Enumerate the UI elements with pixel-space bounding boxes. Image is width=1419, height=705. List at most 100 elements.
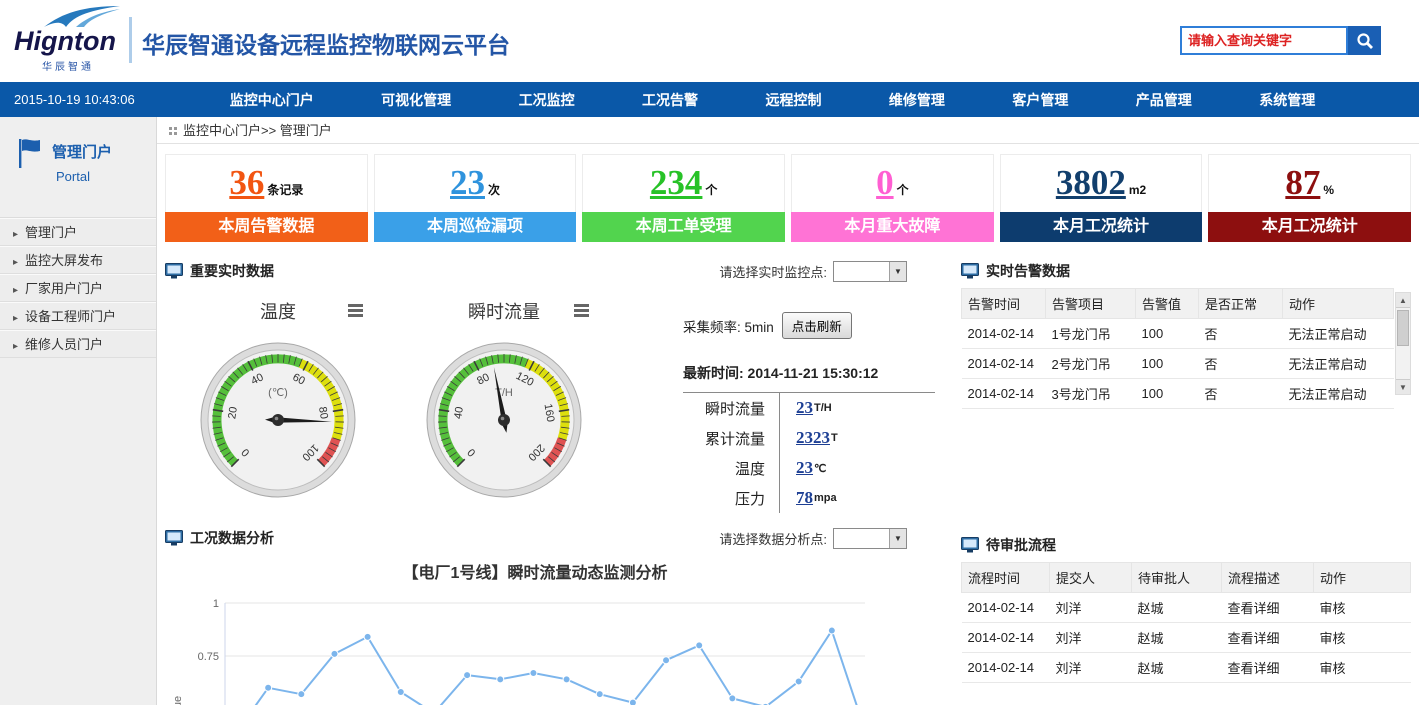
- flow-gauge-block: 瞬时流量 04080120160200T/H: [391, 298, 617, 513]
- metric-row: 温度 23℃: [683, 453, 935, 483]
- audit-link[interactable]: 审核: [1314, 593, 1411, 623]
- alarm-scrollbar[interactable]: ▲ ▼: [1395, 292, 1411, 395]
- sidebar-item-maintainer-portal[interactable]: ▸维修人员门户: [0, 330, 156, 358]
- alarm-value-cell: 100: [1136, 319, 1199, 349]
- approval-col-header[interactable]: 待审批人: [1132, 563, 1222, 593]
- svg-text:value: value: [172, 696, 184, 705]
- realtime-metrics: 瞬时流量 23T/H 累计流量 2323T 温度 23℃: [683, 393, 947, 513]
- sidebar-item-bigscreen-publish[interactable]: ▸监控大屏发布: [0, 246, 156, 274]
- nav-item-system[interactable]: 系统管理: [1259, 90, 1315, 110]
- top-header: Hignton 华辰智通 华辰智通设备远程监控物联网云平台: [0, 0, 1419, 82]
- alarm-row[interactable]: 2014-02-14 1号龙门吊 100 否 无法正常启动: [962, 319, 1394, 349]
- approval-section-header: 待审批流程: [961, 532, 1411, 558]
- alarm-row[interactable]: 2014-02-14 2号龙门吊 100 否 无法正常启动: [962, 349, 1394, 379]
- nav-item-condition-monitor[interactable]: 工况监控: [519, 90, 575, 110]
- search-input[interactable]: [1180, 26, 1348, 55]
- gauges-row: 温度 020406080100(℃) 瞬时流量 04080120160200T/…: [165, 298, 947, 513]
- realtime-info-panel: 采集频率: 5min 点击刷新 最新时间: 2014-11-21 15:30:1…: [617, 298, 947, 513]
- submitter-cell: 刘洋: [1050, 653, 1132, 683]
- monitor-icon: [165, 263, 183, 279]
- scroll-up-icon[interactable]: ▲: [1396, 293, 1410, 308]
- sidebar-item-factory-portal[interactable]: ▸厂家用户门户: [0, 274, 156, 302]
- chart-menu-icon[interactable]: [574, 304, 589, 319]
- alarm-col-header[interactable]: 告警项目: [1046, 289, 1136, 319]
- audit-link[interactable]: 审核: [1314, 623, 1411, 653]
- search-icon: [1356, 32, 1374, 50]
- gauge-title: 温度: [260, 302, 296, 322]
- alarm-normal-cell: 否: [1199, 379, 1283, 409]
- nav-item-customer[interactable]: 客户管理: [1012, 90, 1068, 110]
- alarm-section-header: 实时告警数据: [961, 258, 1411, 284]
- alarm-item-cell: 2号龙门吊: [1046, 349, 1136, 379]
- stat-unit: 个: [897, 183, 909, 197]
- section-title: 工况数据分析: [190, 528, 274, 548]
- stat-value: 36: [229, 163, 264, 202]
- nav-item-condition-alarm[interactable]: 工况告警: [642, 90, 698, 110]
- alarm-row[interactable]: 2014-02-14 3号龙门吊 100 否 无法正常启动: [962, 379, 1394, 409]
- nav-timestamp: 2015-10-19 10:43:06: [0, 92, 196, 107]
- triangle-bullet-icon: ▸: [13, 285, 18, 296]
- scrollbar-thumb[interactable]: [1397, 310, 1409, 346]
- alarm-col-header[interactable]: 是否正常: [1199, 289, 1283, 319]
- chart-menu-icon[interactable]: [348, 304, 363, 319]
- alarm-normal-cell: 否: [1199, 319, 1283, 349]
- approval-col-header[interactable]: 流程时间: [962, 563, 1050, 593]
- view-detail-link[interactable]: 查看详细: [1222, 623, 1314, 653]
- stat-card-weekly-workorders[interactable]: 234个 本周工单受理: [582, 154, 785, 242]
- nav-item-maintenance[interactable]: 维修管理: [889, 90, 945, 110]
- svg-text:40: 40: [452, 406, 466, 420]
- section-title: 待审批流程: [986, 535, 1056, 555]
- view-detail-link[interactable]: 查看详细: [1222, 593, 1314, 623]
- refresh-button[interactable]: 点击刷新: [782, 312, 852, 339]
- nav-item-remote-control[interactable]: 远程控制: [765, 90, 821, 110]
- approval-row: 2014-02-14 刘洋 赵城 查看详细 审核: [962, 593, 1411, 623]
- flow-time-cell: 2014-02-14: [962, 593, 1050, 623]
- approval-col-header[interactable]: 动作: [1314, 563, 1411, 593]
- nav-item-visualization[interactable]: 可视化管理: [381, 90, 451, 110]
- scroll-down-icon[interactable]: ▼: [1396, 379, 1410, 394]
- sidebar-item-admin-portal[interactable]: ▸管理门户: [0, 218, 156, 246]
- analysis-point-select[interactable]: ▼: [833, 528, 907, 549]
- nav-item-monitor-center[interactable]: 监控中心门户: [230, 90, 314, 110]
- realtime-point-select[interactable]: ▼: [833, 261, 907, 282]
- stat-value: 0: [876, 163, 894, 202]
- monitor-icon: [961, 263, 979, 279]
- alarm-col-header[interactable]: 动作: [1283, 289, 1394, 319]
- stat-card-weekly-inspection-misses[interactable]: 23次 本周巡检漏项: [374, 154, 577, 242]
- flow-time-cell: 2014-02-14: [962, 623, 1050, 653]
- approval-col-header[interactable]: 提交人: [1050, 563, 1132, 593]
- stat-value: 3802: [1056, 163, 1126, 202]
- audit-link[interactable]: 审核: [1314, 653, 1411, 683]
- stat-unit: 条记录: [267, 183, 303, 197]
- stat-label: 本月工况统计: [1208, 212, 1411, 242]
- nav-item-product[interactable]: 产品管理: [1136, 90, 1192, 110]
- submitter-cell: 刘洋: [1050, 593, 1132, 623]
- analysis-select-label: 请选择数据分析点:: [719, 529, 827, 548]
- stat-card-monthly-condition-pct[interactable]: 87% 本月工况统计: [1208, 154, 1411, 242]
- breadcrumb[interactable]: 监控中心门户>> 管理门户: [157, 117, 1419, 144]
- logo[interactable]: Hignton 华辰智通: [12, 4, 132, 78]
- svg-text:80: 80: [316, 406, 330, 420]
- monitor-icon: [961, 537, 979, 553]
- stat-card-monthly-major-faults[interactable]: 0个 本月重大故障: [791, 154, 994, 242]
- approval-col-header[interactable]: 流程描述: [1222, 563, 1314, 593]
- title-divider: [129, 17, 132, 63]
- view-detail-link[interactable]: 查看详细: [1222, 653, 1314, 683]
- stat-label: 本周巡检漏项: [374, 212, 577, 242]
- metric-value: 23: [796, 398, 813, 418]
- stat-label: 本周工单受理: [582, 212, 785, 242]
- svg-text:1: 1: [213, 598, 219, 610]
- approver-cell: 赵城: [1132, 593, 1222, 623]
- stat-card-weekly-alarms[interactable]: 36条记录 本周告警数据: [165, 154, 368, 242]
- sidebar-item-engineer-portal[interactable]: ▸设备工程师门户: [0, 302, 156, 330]
- gauge-title: 瞬时流量: [468, 302, 540, 322]
- search-button[interactable]: [1348, 26, 1381, 55]
- alarm-col-header[interactable]: 告警时间: [962, 289, 1046, 319]
- alarm-col-header[interactable]: 告警值: [1136, 289, 1199, 319]
- breadcrumb-dots-icon: [169, 127, 172, 130]
- flow-gauge: 04080120160200T/H: [424, 340, 584, 500]
- stat-card-monthly-condition-area[interactable]: 3802m2 本月工况统计: [1000, 154, 1203, 242]
- nav-menu: 监控中心门户 可视化管理 工况监控 工况告警 远程控制 维修管理 客户管理 产品…: [196, 90, 1419, 110]
- approval-row: 2014-02-14 刘洋 赵城 查看详细 审核: [962, 653, 1411, 683]
- search-box: [1180, 26, 1381, 55]
